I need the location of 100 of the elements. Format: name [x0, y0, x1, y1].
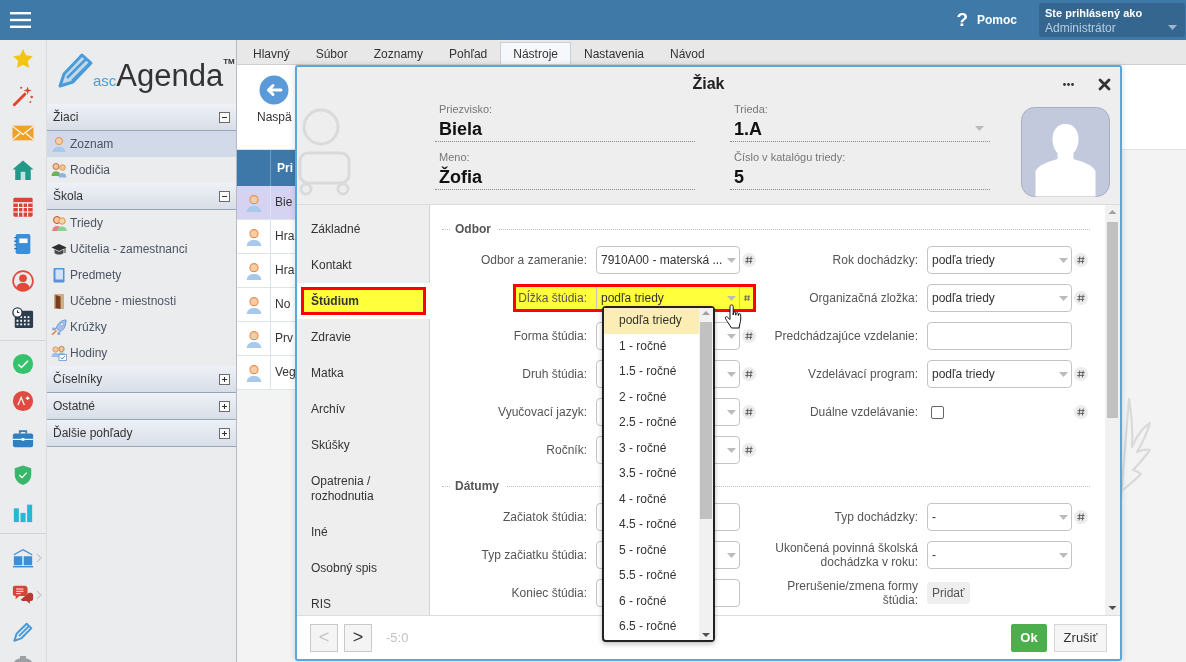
library-icon[interactable] — [12, 546, 34, 569]
sidebar-item[interactable]: Hodiny — [47, 340, 236, 366]
select-field[interactable]: podľa triedy — [927, 246, 1072, 274]
dropdown-option[interactable]: 3.5 - ročné — [604, 461, 699, 487]
dropdown-option[interactable]: 6 - ročné — [604, 588, 699, 614]
person-circle-icon[interactable] — [12, 269, 34, 292]
dropdown-option[interactable]: 1.5 - ročné — [604, 359, 699, 385]
menu-tab[interactable]: Súbor — [302, 42, 361, 64]
table-row[interactable]: Veg — [237, 356, 295, 390]
expand-icon[interactable] — [219, 373, 230, 385]
menu-tab[interactable]: Pohľad — [436, 42, 501, 64]
chat-bubbles-icon[interactable] — [12, 583, 34, 606]
dropdown-option[interactable]: 5.5 - ročné — [604, 563, 699, 589]
select-field[interactable]: podľa triedy — [927, 284, 1072, 312]
sidebar-item[interactable]: Učebne - miestnosti — [47, 288, 236, 314]
tab[interactable]: Základné — [297, 211, 430, 247]
add-button[interactable]: Pridať — [927, 582, 970, 604]
sidebar-item[interactable]: Predmety — [47, 262, 236, 288]
hash-icon[interactable] — [741, 443, 756, 457]
tab[interactable]: Štúdium — [297, 283, 430, 319]
grade-badge-icon[interactable] — [12, 389, 34, 412]
dropdown-option[interactable]: 6.5 - ročné — [604, 614, 699, 640]
pencil-icon[interactable] — [12, 620, 34, 643]
hash-icon[interactable] — [1073, 291, 1088, 305]
dropdown-option[interactable]: 4.5 - ročné — [604, 512, 699, 538]
tab[interactable]: Skúšky — [297, 427, 430, 463]
dropdown-option[interactable]: 3 - ročné — [604, 435, 699, 461]
text-field[interactable] — [927, 322, 1072, 350]
column-header[interactable]: Pri — [271, 150, 293, 186]
section-header[interactable]: Žiaci — [47, 104, 236, 131]
menu-tab[interactable]: Návod — [657, 42, 718, 64]
back-button[interactable]: Naspä — [257, 65, 292, 125]
menu-tab[interactable]: Nastavenia — [570, 42, 657, 64]
help-button[interactable]: ? Pomoc — [956, 9, 1017, 31]
sidebar-item[interactable]: Rodičia — [47, 157, 236, 183]
check-circle-icon[interactable] — [12, 352, 34, 375]
house-icon[interactable] — [12, 158, 34, 181]
select-field[interactable]: - — [927, 503, 1072, 531]
cancel-button[interactable]: Zrušiť — [1054, 623, 1107, 652]
select-field[interactable]: podľa triedy — [927, 360, 1072, 388]
select-field[interactable]: 1.A — [730, 116, 990, 142]
dropdown-option[interactable]: 5 - ročné — [604, 537, 699, 563]
text-field[interactable]: 5 — [730, 164, 990, 190]
menu-tab[interactable]: Nástroje — [500, 42, 571, 64]
section-header[interactable]: Číselníky — [47, 366, 236, 393]
hash-icon[interactable] — [1073, 253, 1088, 267]
table-row[interactable]: Hra — [237, 254, 295, 288]
shield-check-icon[interactable] — [12, 463, 34, 486]
tab[interactable]: Zdravie — [297, 319, 430, 355]
expand-icon[interactable] — [219, 400, 230, 412]
menu-tab[interactable]: Zoznamy — [360, 42, 437, 64]
section-header[interactable]: Ostatné — [47, 393, 236, 420]
table-row[interactable]: Prv — [237, 322, 295, 356]
tab[interactable]: Archív — [297, 391, 430, 427]
tab[interactable]: Osobný spis — [297, 550, 430, 586]
scrollbar[interactable] — [699, 308, 713, 640]
hash-icon[interactable] — [741, 367, 756, 381]
hash-icon[interactable] — [741, 329, 756, 343]
hash-icon[interactable] — [741, 405, 756, 419]
dropdown-option[interactable]: 1 - ročné — [604, 333, 699, 359]
dropdown-option[interactable]: 2.5 - ročné — [604, 410, 699, 436]
close-icon[interactable] — [1098, 77, 1111, 91]
scrollbar-thumb[interactable] — [1107, 222, 1118, 418]
tab[interactable]: Matka — [297, 355, 430, 391]
table-row[interactable]: Bie — [237, 186, 295, 220]
calendar-grid-icon[interactable] — [12, 195, 34, 218]
sidebar-item[interactable]: Triedy — [47, 210, 236, 236]
checkbox[interactable] — [931, 405, 944, 419]
expand-icon[interactable] — [219, 427, 230, 439]
dropdown-option[interactable]: 2 - ročné — [604, 384, 699, 410]
sidebar-item[interactable]: Krúžky — [47, 314, 236, 340]
collapse-icon[interactable] — [219, 111, 230, 123]
dropdown-option[interactable]: podľa triedy — [604, 308, 699, 334]
next-button[interactable]: > — [344, 623, 372, 652]
menu-tab[interactable]: Hlavný — [240, 42, 303, 64]
section-header[interactable]: Ďalšie pohľady — [47, 420, 236, 447]
hash-icon[interactable] — [1073, 405, 1088, 419]
tab[interactable]: Opatrenia / rozhodnutia — [297, 463, 430, 514]
table-row[interactable]: Hra — [237, 220, 295, 254]
select-field[interactable]: 7910A00 - materská ... — [596, 246, 740, 274]
collapse-icon[interactable] — [219, 190, 230, 202]
dropdown-option[interactable]: 4 - ročné — [604, 486, 699, 512]
star-icon[interactable] — [12, 47, 34, 70]
scrollbar-thumb[interactable] — [700, 322, 712, 519]
sidebar-item[interactable]: Učitelia - zamestnanci — [47, 236, 236, 262]
hash-icon[interactable] — [741, 253, 756, 267]
tab[interactable]: Iné — [297, 514, 430, 550]
hash-icon[interactable] — [1073, 367, 1088, 381]
select-field[interactable]: - — [927, 541, 1072, 569]
tab[interactable]: Kontakt — [297, 247, 430, 283]
calendar-clock-icon[interactable] — [12, 306, 34, 329]
menu-icon[interactable] — [10, 12, 31, 28]
more-icon[interactable] — [1063, 82, 1074, 86]
scrollbar[interactable] — [1105, 205, 1120, 615]
tab[interactable]: RIS — [297, 586, 430, 615]
magic-wand-icon[interactable] — [12, 84, 34, 107]
table-row[interactable]: No — [237, 288, 295, 322]
text-field[interactable]: Žofia — [435, 164, 695, 190]
hash-icon[interactable] — [1073, 510, 1088, 524]
text-field[interactable]: Biela — [435, 116, 695, 142]
